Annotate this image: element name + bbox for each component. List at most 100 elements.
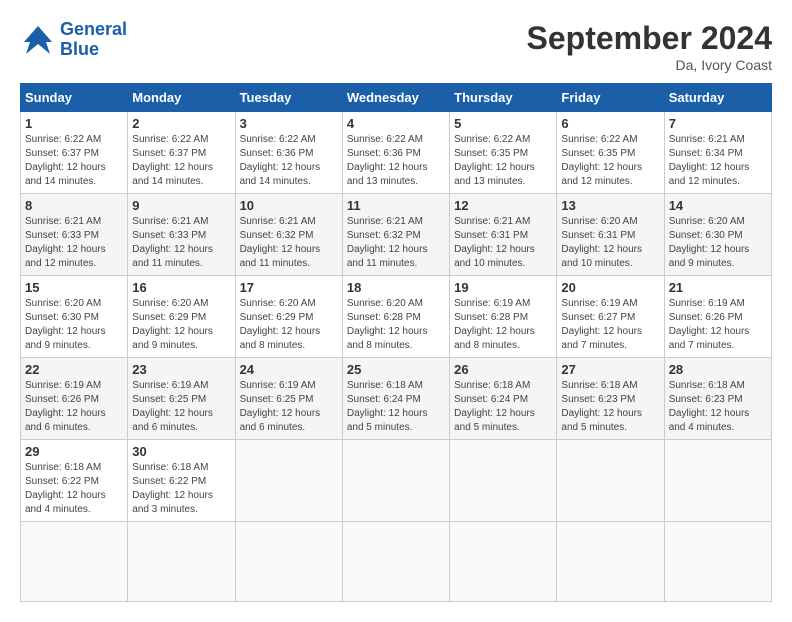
col-thursday: Thursday	[450, 84, 557, 112]
calendar-cell	[235, 522, 342, 602]
day-info: Sunrise: 6:18 AMSunset: 6:24 PMDaylight:…	[347, 379, 445, 435]
calendar-cell: 29Sunrise: 6:18 AMSunset: 6:22 PMDayligh…	[21, 440, 128, 522]
calendar-row: 15 Sunrise: 6:20 AMSunset: 6:30 PMDayligh…	[21, 276, 772, 358]
day-info: Sunrise: 6:19 AMSunset: 6:28 PMDaylight:…	[454, 297, 552, 353]
day-number: 15	[25, 280, 123, 295]
day-number: 24	[240, 362, 338, 377]
day-info: Sunrise: 6:19 AMSunset: 6:25 PMDaylight:…	[132, 379, 230, 435]
day-number: 16	[132, 280, 230, 295]
calendar-cell: 8Sunrise: 6:21 AMSunset: 6:33 PMDaylight…	[21, 194, 128, 276]
calendar-cell: 17 Sunrise: 6:20 AMSunset: 6:29 PMDayligh…	[235, 276, 342, 358]
calendar-cell	[450, 522, 557, 602]
calendar-cell: 21 Sunrise: 6:19 AMSunset: 6:26 PMDayligh…	[664, 276, 771, 358]
day-number: 22	[25, 362, 123, 377]
location: Da, Ivory Coast	[527, 57, 772, 73]
calendar-cell: 15 Sunrise: 6:20 AMSunset: 6:30 PMDayligh…	[21, 276, 128, 358]
calendar-cell	[557, 440, 664, 522]
calendar-cell	[450, 440, 557, 522]
day-info: Sunrise: 6:21 AMSunset: 6:31 PMDaylight:…	[454, 215, 552, 271]
day-info: Sunrise: 6:20 AMSunset: 6:30 PMDaylight:…	[25, 297, 123, 353]
day-number: 20	[561, 280, 659, 295]
calendar-table: Sunday Monday Tuesday Wednesday Thursday…	[20, 83, 772, 602]
calendar-cell: 6 Sunrise: 6:22 AMSunset: 6:35 PMDaylight…	[557, 112, 664, 194]
calendar-cell	[21, 522, 128, 602]
calendar-row: 1 Sunrise: 6:22 AMSunset: 6:37 PMDaylight…	[21, 112, 772, 194]
day-info: Sunrise: 6:22 AMSunset: 6:35 PMDaylight:…	[454, 133, 552, 189]
day-number: 13	[561, 198, 659, 213]
calendar-cell: 12 Sunrise: 6:21 AMSunset: 6:31 PMDayligh…	[450, 194, 557, 276]
day-number: 11	[347, 198, 445, 213]
day-number: 30	[132, 444, 230, 459]
header-row: Sunday Monday Tuesday Wednesday Thursday…	[21, 84, 772, 112]
calendar-cell: 22 Sunrise: 6:19 AMSunset: 6:26 PMDayligh…	[21, 358, 128, 440]
col-monday: Monday	[128, 84, 235, 112]
day-info: Sunrise: 6:22 AMSunset: 6:37 PMDaylight:…	[25, 133, 123, 189]
col-wednesday: Wednesday	[342, 84, 449, 112]
calendar-cell: 18Sunrise: 6:20 AMSunset: 6:28 PMDayligh…	[342, 276, 449, 358]
calendar-cell: 13 Sunrise: 6:20 AMSunset: 6:31 PMDayligh…	[557, 194, 664, 276]
day-info: Sunrise: 6:20 AMSunset: 6:29 PMDaylight:…	[132, 297, 230, 353]
col-friday: Friday	[557, 84, 664, 112]
day-info: Sunrise: 6:18 AMSunset: 6:22 PMDaylight:…	[132, 461, 230, 517]
calendar-cell	[664, 522, 771, 602]
day-number: 8	[25, 198, 123, 213]
day-number: 1	[25, 116, 123, 131]
calendar-cell: 26Sunrise: 6:18 AMSunset: 6:24 PMDayligh…	[450, 358, 557, 440]
page-header: General Blue September 2024 Da, Ivory Co…	[20, 20, 772, 73]
day-number: 3	[240, 116, 338, 131]
day-number: 12	[454, 198, 552, 213]
calendar-cell	[557, 522, 664, 602]
day-info: Sunrise: 6:22 AMSunset: 6:37 PMDaylight:…	[132, 133, 230, 189]
calendar-cell	[664, 440, 771, 522]
logo: General Blue	[20, 20, 127, 60]
day-info: Sunrise: 6:19 AMSunset: 6:27 PMDaylight:…	[561, 297, 659, 353]
calendar-cell: 20 Sunrise: 6:19 AMSunset: 6:27 PMDayligh…	[557, 276, 664, 358]
day-number: 25	[347, 362, 445, 377]
day-number: 4	[347, 116, 445, 131]
logo-text: General Blue	[60, 20, 127, 60]
day-number: 6	[561, 116, 659, 131]
calendar-cell	[342, 522, 449, 602]
day-number: 27	[561, 362, 659, 377]
day-info: Sunrise: 6:22 AMSunset: 6:36 PMDaylight:…	[240, 133, 338, 189]
day-info: Sunrise: 6:20 AMSunset: 6:28 PMDaylight:…	[347, 297, 445, 353]
day-number: 5	[454, 116, 552, 131]
col-saturday: Saturday	[664, 84, 771, 112]
day-number: 17	[240, 280, 338, 295]
day-info: Sunrise: 6:22 AMSunset: 6:35 PMDaylight:…	[561, 133, 659, 189]
calendar-cell: 14Sunrise: 6:20 AMSunset: 6:30 PMDayligh…	[664, 194, 771, 276]
col-sunday: Sunday	[21, 84, 128, 112]
calendar-cell: 30 Sunrise: 6:18 AMSunset: 6:22 PMDayligh…	[128, 440, 235, 522]
day-number: 14	[669, 198, 767, 213]
day-info: Sunrise: 6:19 AMSunset: 6:25 PMDaylight:…	[240, 379, 338, 435]
day-info: Sunrise: 6:21 AMSunset: 6:32 PMDaylight:…	[240, 215, 338, 271]
day-info: Sunrise: 6:19 AMSunset: 6:26 PMDaylight:…	[669, 297, 767, 353]
day-info: Sunrise: 6:20 AMSunset: 6:31 PMDaylight:…	[561, 215, 659, 271]
calendar-cell: 25 Sunrise: 6:18 AMSunset: 6:24 PMDayligh…	[342, 358, 449, 440]
calendar-cell	[235, 440, 342, 522]
day-info: Sunrise: 6:21 AMSunset: 6:32 PMDaylight:…	[347, 215, 445, 271]
calendar-cell: 16 Sunrise: 6:20 AMSunset: 6:29 PMDayligh…	[128, 276, 235, 358]
calendar-row	[21, 522, 772, 602]
calendar-cell: 10 Sunrise: 6:21 AMSunset: 6:32 PMDayligh…	[235, 194, 342, 276]
day-info: Sunrise: 6:18 AMSunset: 6:22 PMDaylight:…	[25, 461, 123, 517]
calendar-row: 29Sunrise: 6:18 AMSunset: 6:22 PMDayligh…	[21, 440, 772, 522]
calendar-cell: 19 Sunrise: 6:19 AMSunset: 6:28 PMDayligh…	[450, 276, 557, 358]
title-block: September 2024 Da, Ivory Coast	[527, 20, 772, 73]
day-number: 21	[669, 280, 767, 295]
day-info: Sunrise: 6:19 AMSunset: 6:26 PMDaylight:…	[25, 379, 123, 435]
calendar-cell	[342, 440, 449, 522]
day-number: 19	[454, 280, 552, 295]
calendar-cell	[128, 522, 235, 602]
day-info: Sunrise: 6:21 AMSunset: 6:34 PMDaylight:…	[669, 133, 767, 189]
calendar-cell: 7Sunrise: 6:21 AMSunset: 6:34 PMDaylight…	[664, 112, 771, 194]
day-info: Sunrise: 6:20 AMSunset: 6:29 PMDaylight:…	[240, 297, 338, 353]
col-tuesday: Tuesday	[235, 84, 342, 112]
day-number: 23	[132, 362, 230, 377]
calendar-cell: 24 Sunrise: 6:19 AMSunset: 6:25 PMDayligh…	[235, 358, 342, 440]
calendar-cell: 5 Sunrise: 6:22 AMSunset: 6:35 PMDaylight…	[450, 112, 557, 194]
day-number: 10	[240, 198, 338, 213]
day-info: Sunrise: 6:21 AMSunset: 6:33 PMDaylight:…	[132, 215, 230, 271]
day-info: Sunrise: 6:18 AMSunset: 6:23 PMDaylight:…	[561, 379, 659, 435]
day-number: 9	[132, 198, 230, 213]
